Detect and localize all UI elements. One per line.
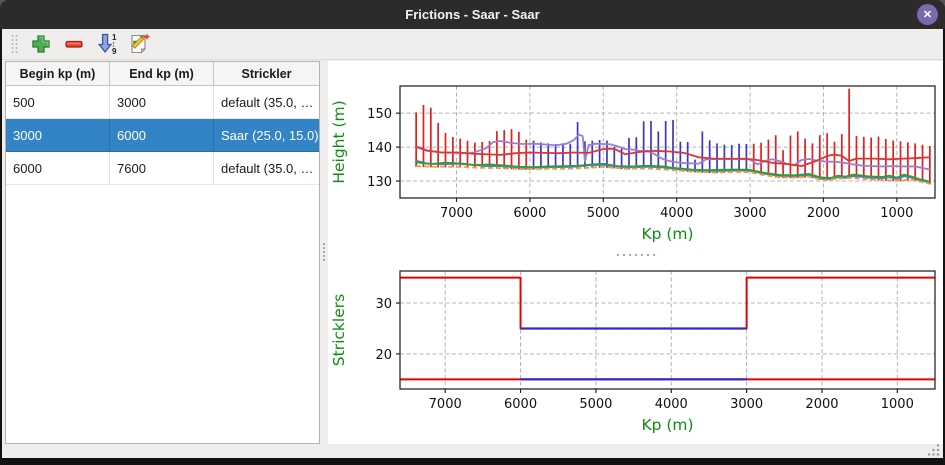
- svg-text:20: 20: [375, 348, 392, 363]
- toolbar: 1 9: [2, 29, 943, 60]
- horizontal-splitter[interactable]: [328, 251, 943, 259]
- splitter-handle-dots: [323, 241, 325, 263]
- charts-panel: 7000 6000 5000 4000 3000 2000 1000 130 140 150 Kp …: [328, 61, 943, 444]
- frictions-table: Begin kp (m) End kp (m) Strickler 500 30…: [5, 61, 320, 444]
- svg-text:2000: 2000: [805, 397, 838, 412]
- cell-end-kp: 3000: [110, 86, 214, 118]
- cell-strickler: Saar (25.0, 15.0): [214, 119, 319, 151]
- cell-begin-kp: 3000: [6, 119, 110, 151]
- titlebar[interactable]: Frictions - Saar - Saar ✕: [0, 0, 945, 29]
- table-empty-area: [6, 185, 319, 443]
- table-row-2-selected[interactable]: 3000 6000 Saar (25.0, 15.0): [6, 119, 319, 152]
- svg-text:7000: 7000: [429, 397, 462, 412]
- svg-text:4000: 4000: [660, 206, 693, 221]
- svg-text:1000: 1000: [880, 206, 913, 221]
- sort-button[interactable]: 1 9: [93, 31, 121, 58]
- height-profile-chart: 7000 6000 5000 4000 3000 2000 1000 130 140 150 Kp …: [328, 61, 943, 251]
- svg-text:150: 150: [367, 107, 392, 122]
- statusbar: [2, 444, 943, 458]
- stricklers-chart: 7000 6000 5000 4000 3000 2000 1000 20 30 Kp (m) St…: [328, 259, 943, 444]
- svg-text:3000: 3000: [734, 206, 767, 221]
- svg-text:9: 9: [112, 47, 117, 56]
- window-body: 1 9 Begin kp (m): [2, 29, 943, 458]
- cell-begin-kp: 6000: [6, 152, 110, 184]
- svg-text:6000: 6000: [504, 397, 537, 412]
- table-row-1[interactable]: 500 3000 default (35.0, …: [6, 86, 319, 119]
- svg-text:30: 30: [375, 297, 392, 312]
- svg-text:140: 140: [367, 141, 392, 156]
- resize-grip[interactable]: [926, 443, 940, 457]
- svg-text:4000: 4000: [655, 397, 688, 412]
- svg-text:130: 130: [367, 175, 392, 190]
- app-window: Frictions - Saar - Saar ✕: [0, 0, 945, 465]
- svg-text:7000: 7000: [440, 206, 473, 221]
- svg-text:6000: 6000: [513, 206, 546, 221]
- svg-text:5000: 5000: [579, 397, 612, 412]
- close-button[interactable]: ✕: [917, 4, 938, 25]
- svg-text:1000: 1000: [881, 397, 914, 412]
- svg-text:3000: 3000: [730, 397, 763, 412]
- cell-begin-kp: 500: [6, 86, 110, 118]
- remove-row-button[interactable]: [60, 31, 88, 58]
- edit-button[interactable]: [126, 31, 154, 58]
- svg-text:Kp (m): Kp (m): [641, 416, 693, 434]
- table-row-3[interactable]: 6000 7600 default (35.0, …: [6, 152, 319, 185]
- toolbar-drag-handle[interactable]: [10, 33, 19, 55]
- plus-icon: [30, 33, 52, 55]
- sort-1-9-icon: 1 9: [95, 32, 119, 56]
- minus-icon: [63, 33, 85, 55]
- window-title: Frictions - Saar - Saar: [405, 7, 539, 22]
- splitter-handle-dots: [615, 254, 657, 256]
- table-header-row: Begin kp (m) End kp (m) Strickler: [6, 62, 319, 86]
- svg-text:2000: 2000: [807, 206, 840, 221]
- main-content: Begin kp (m) End kp (m) Strickler 500 30…: [2, 60, 943, 444]
- edit-icon: [128, 32, 152, 56]
- add-row-button[interactable]: [27, 31, 55, 58]
- svg-text:Height (m): Height (m): [330, 100, 348, 183]
- svg-text:Stricklers: Stricklers: [330, 294, 348, 366]
- svg-text:1: 1: [112, 33, 117, 42]
- col-header-end-kp[interactable]: End kp (m): [110, 62, 214, 85]
- cell-end-kp: 6000: [110, 119, 214, 151]
- drag-dots-icon: [10, 33, 19, 55]
- cell-end-kp: 7600: [110, 152, 214, 184]
- close-icon: ✕: [923, 8, 932, 21]
- col-header-strickler[interactable]: Strickler: [214, 62, 319, 85]
- vertical-splitter[interactable]: [320, 60, 328, 444]
- col-header-begin-kp[interactable]: Begin kp (m): [6, 62, 110, 85]
- cell-strickler: default (35.0, …: [214, 86, 319, 118]
- svg-text:Kp (m): Kp (m): [641, 225, 693, 243]
- svg-text:5000: 5000: [587, 206, 620, 221]
- cell-strickler: default (35.0, …: [214, 152, 319, 184]
